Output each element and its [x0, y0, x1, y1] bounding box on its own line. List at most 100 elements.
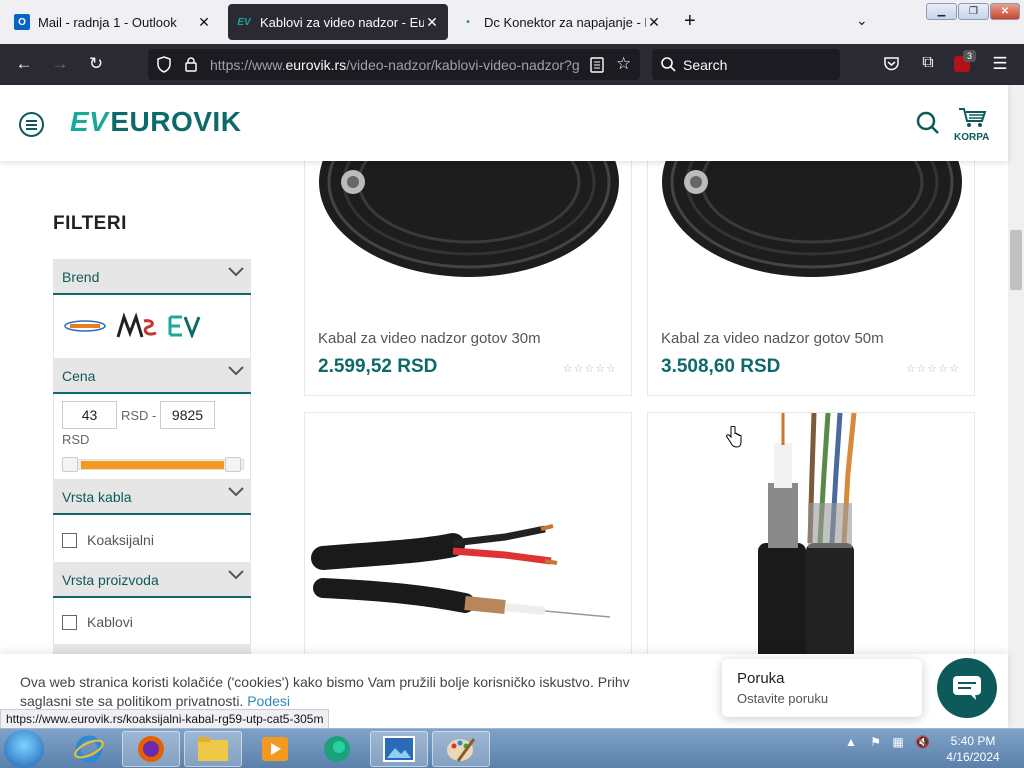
forward-arrow-icon[interactable]: → — [48, 54, 72, 74]
eurovik-logo[interactable]: EVEUROVIK — [70, 106, 241, 138]
ev-brand-logo[interactable] — [168, 314, 202, 338]
lock-icon[interactable] — [184, 56, 198, 73]
filter-label: Cena — [62, 368, 96, 384]
chevron-down-icon — [228, 267, 244, 277]
price-range-slider[interactable] — [62, 457, 244, 472]
product-price: 3.508,60 RSD — [661, 356, 781, 377]
product-image-coiled-cable[interactable] — [305, 161, 632, 292]
rating-stars: ☆☆☆☆☆ — [562, 363, 617, 375]
shield-icon[interactable] — [156, 56, 172, 73]
minimize-button[interactable]: ▁ — [926, 3, 957, 20]
product-card[interactable]: Kabal za video nadzor gotov 30m 2.599,52… — [304, 161, 632, 396]
scrollbar-thumb[interactable] — [1010, 230, 1022, 290]
site-menu-icon[interactable] — [19, 112, 44, 137]
price-min-input[interactable]: 43 — [62, 401, 117, 429]
filter-section-vrsta-kabla[interactable]: Vrsta kabla — [53, 479, 251, 515]
price-separator: RSD - — [121, 408, 157, 423]
cart-icon — [958, 108, 987, 127]
browser-nav-bar: ← → ↻ https://www.eurovik.rs/video-nadzo… — [0, 44, 1024, 85]
start-orb-icon[interactable] — [4, 730, 44, 768]
close-tab-icon[interactable]: ✕ — [424, 14, 440, 31]
back-arrow-icon[interactable]: ← — [12, 54, 36, 74]
search-input[interactable]: Search — [652, 49, 840, 80]
chat-icon — [953, 676, 981, 700]
slider-handle-min[interactable] — [62, 457, 78, 472]
volume-muted-icon[interactable]: 🔇 — [915, 735, 930, 749]
picture-viewer-icon[interactable] — [370, 731, 428, 767]
edge-icon[interactable] — [308, 731, 366, 767]
checkbox-kablovi[interactable]: Kablovi — [62, 614, 133, 630]
product-name[interactable]: Kabal za video nadzor gotov 50m — [661, 330, 884, 347]
internet-explorer-icon[interactable] — [60, 731, 118, 767]
action-center-flag-icon[interactable]: ⚑ — [870, 735, 881, 749]
restore-button[interactable]: ❐ — [958, 3, 989, 20]
cookie-settings-link[interactable]: Podesi — [247, 693, 290, 709]
reload-icon[interactable]: ↻ — [84, 54, 108, 74]
tab-title: Mail - radnja 1 - Outlook — [38, 14, 177, 30]
page-scrollbar[interactable] — [1008, 85, 1024, 728]
tab-dc-konektor[interactable]: • Dc Konektor za napajanje - Eurc ✕ — [452, 4, 670, 40]
eurovik-icon: EV — [237, 16, 251, 28]
tab-outlook[interactable]: O Mail - radnja 1 - Outlook ✕ — [6, 4, 220, 40]
product-price: 2.599,52 RSD — [318, 356, 438, 377]
firefox-icon[interactable] — [122, 731, 180, 767]
pocket-icon[interactable] — [883, 56, 900, 72]
network-icon[interactable]: ▦ — [892, 735, 903, 749]
chevron-down-icon — [228, 570, 244, 580]
filter-section-brend[interactable]: Brend — [53, 259, 251, 295]
file-explorer-icon[interactable] — [184, 731, 242, 767]
chat-subtitle: Ostavite poruku — [737, 691, 829, 706]
media-player-icon[interactable] — [246, 731, 304, 767]
filters-title: FILTERI — [53, 213, 127, 234]
chat-open-button[interactable] — [937, 658, 997, 718]
outlook-icon: O — [14, 14, 30, 30]
ws-security-logo[interactable] — [116, 311, 158, 341]
checkbox-koaksijalni[interactable]: Koaksijalni — [62, 532, 154, 548]
extensions-puzzle-icon[interactable]: ⧉ — [916, 54, 940, 72]
extension-badge: 3 — [963, 50, 976, 62]
site-search-icon[interactable] — [916, 111, 940, 135]
bookmark-star-icon[interactable]: ☆ — [616, 54, 631, 74]
browser-tab-bar: O Mail - radnja 1 - Outlook ✕ EV Kablovi… — [0, 0, 1024, 44]
menu-hamburger-icon[interactable]: ☰ — [988, 54, 1012, 74]
page-content: FILTERI Brend Cena 43 RSD - 9825 RSD Vrs… — [0, 161, 1008, 728]
show-hidden-icons-icon[interactable]: ▲ — [845, 735, 857, 749]
cookie-line-2: saglasni ste sa politikom privatnosti. — [20, 693, 248, 709]
filter-label: Brend — [62, 269, 100, 285]
address-bar[interactable]: https://www.eurovik.rs/video-nadzor/kabl… — [148, 49, 640, 80]
checkbox-box[interactable] — [62, 532, 77, 548]
close-tab-icon[interactable]: ✕ — [196, 14, 212, 31]
list-all-tabs-icon[interactable]: ⌄ — [856, 12, 868, 29]
slider-handle-max[interactable] — [225, 457, 241, 472]
product-name[interactable]: Kabal za video nadzor gotov 30m — [318, 330, 541, 347]
cookie-line-1: Ova web stranica koristi kolačiće ('cook… — [20, 674, 630, 690]
goodtech-logo[interactable] — [64, 319, 106, 333]
window-close-button[interactable]: ✕ — [990, 3, 1020, 20]
logo-mark: EV — [70, 106, 109, 137]
filter-section-vrsta-proizvoda[interactable]: Vrsta proizvoda — [53, 562, 251, 598]
new-tab-icon[interactable]: + — [684, 10, 696, 33]
price-range-fill — [81, 461, 224, 469]
product-image-coiled-cable[interactable] — [648, 161, 975, 292]
close-tab-icon[interactable]: ✕ — [646, 14, 662, 31]
tab-eurovik-kablovi[interactable]: EV Kablovi za video nadzor - Eurov ✕ — [228, 4, 448, 40]
taskbar-clock[interactable]: 5:40 PM 4/16/2024 — [942, 733, 1004, 765]
rating-stars: ☆☆☆☆☆ — [905, 363, 960, 375]
product-image-coax-power-cable[interactable] — [305, 503, 632, 633]
reader-view-icon[interactable] — [590, 57, 604, 73]
paint-icon[interactable] — [432, 731, 490, 767]
tab-title: Dc Konektor za napajanje - Eurc — [484, 14, 646, 30]
url-text[interactable]: https://www.eurovik.rs/video-nadzor/kabl… — [210, 57, 580, 73]
price-max-input[interactable]: 9825 — [160, 401, 215, 429]
chat-bubble[interactable]: Poruka Ostavite poruku — [722, 659, 922, 717]
checkbox-label: Kablovi — [87, 614, 133, 630]
filter-label: Vrsta kabla — [62, 489, 132, 505]
cookie-text: Ova web stranica koristi kolačiće ('cook… — [20, 673, 720, 711]
filter-label: Vrsta proizvoda — [62, 572, 159, 588]
clock-time: 5:40 PM — [950, 734, 996, 748]
cart-label: KORPA — [954, 132, 990, 143]
filter-section-cena[interactable]: Cena — [53, 358, 251, 394]
product-card[interactable]: Kabal za video nadzor gotov 50m 3.508,60… — [647, 161, 975, 396]
cart-button[interactable]: KORPA — [954, 107, 989, 143]
checkbox-box[interactable] — [62, 614, 77, 630]
